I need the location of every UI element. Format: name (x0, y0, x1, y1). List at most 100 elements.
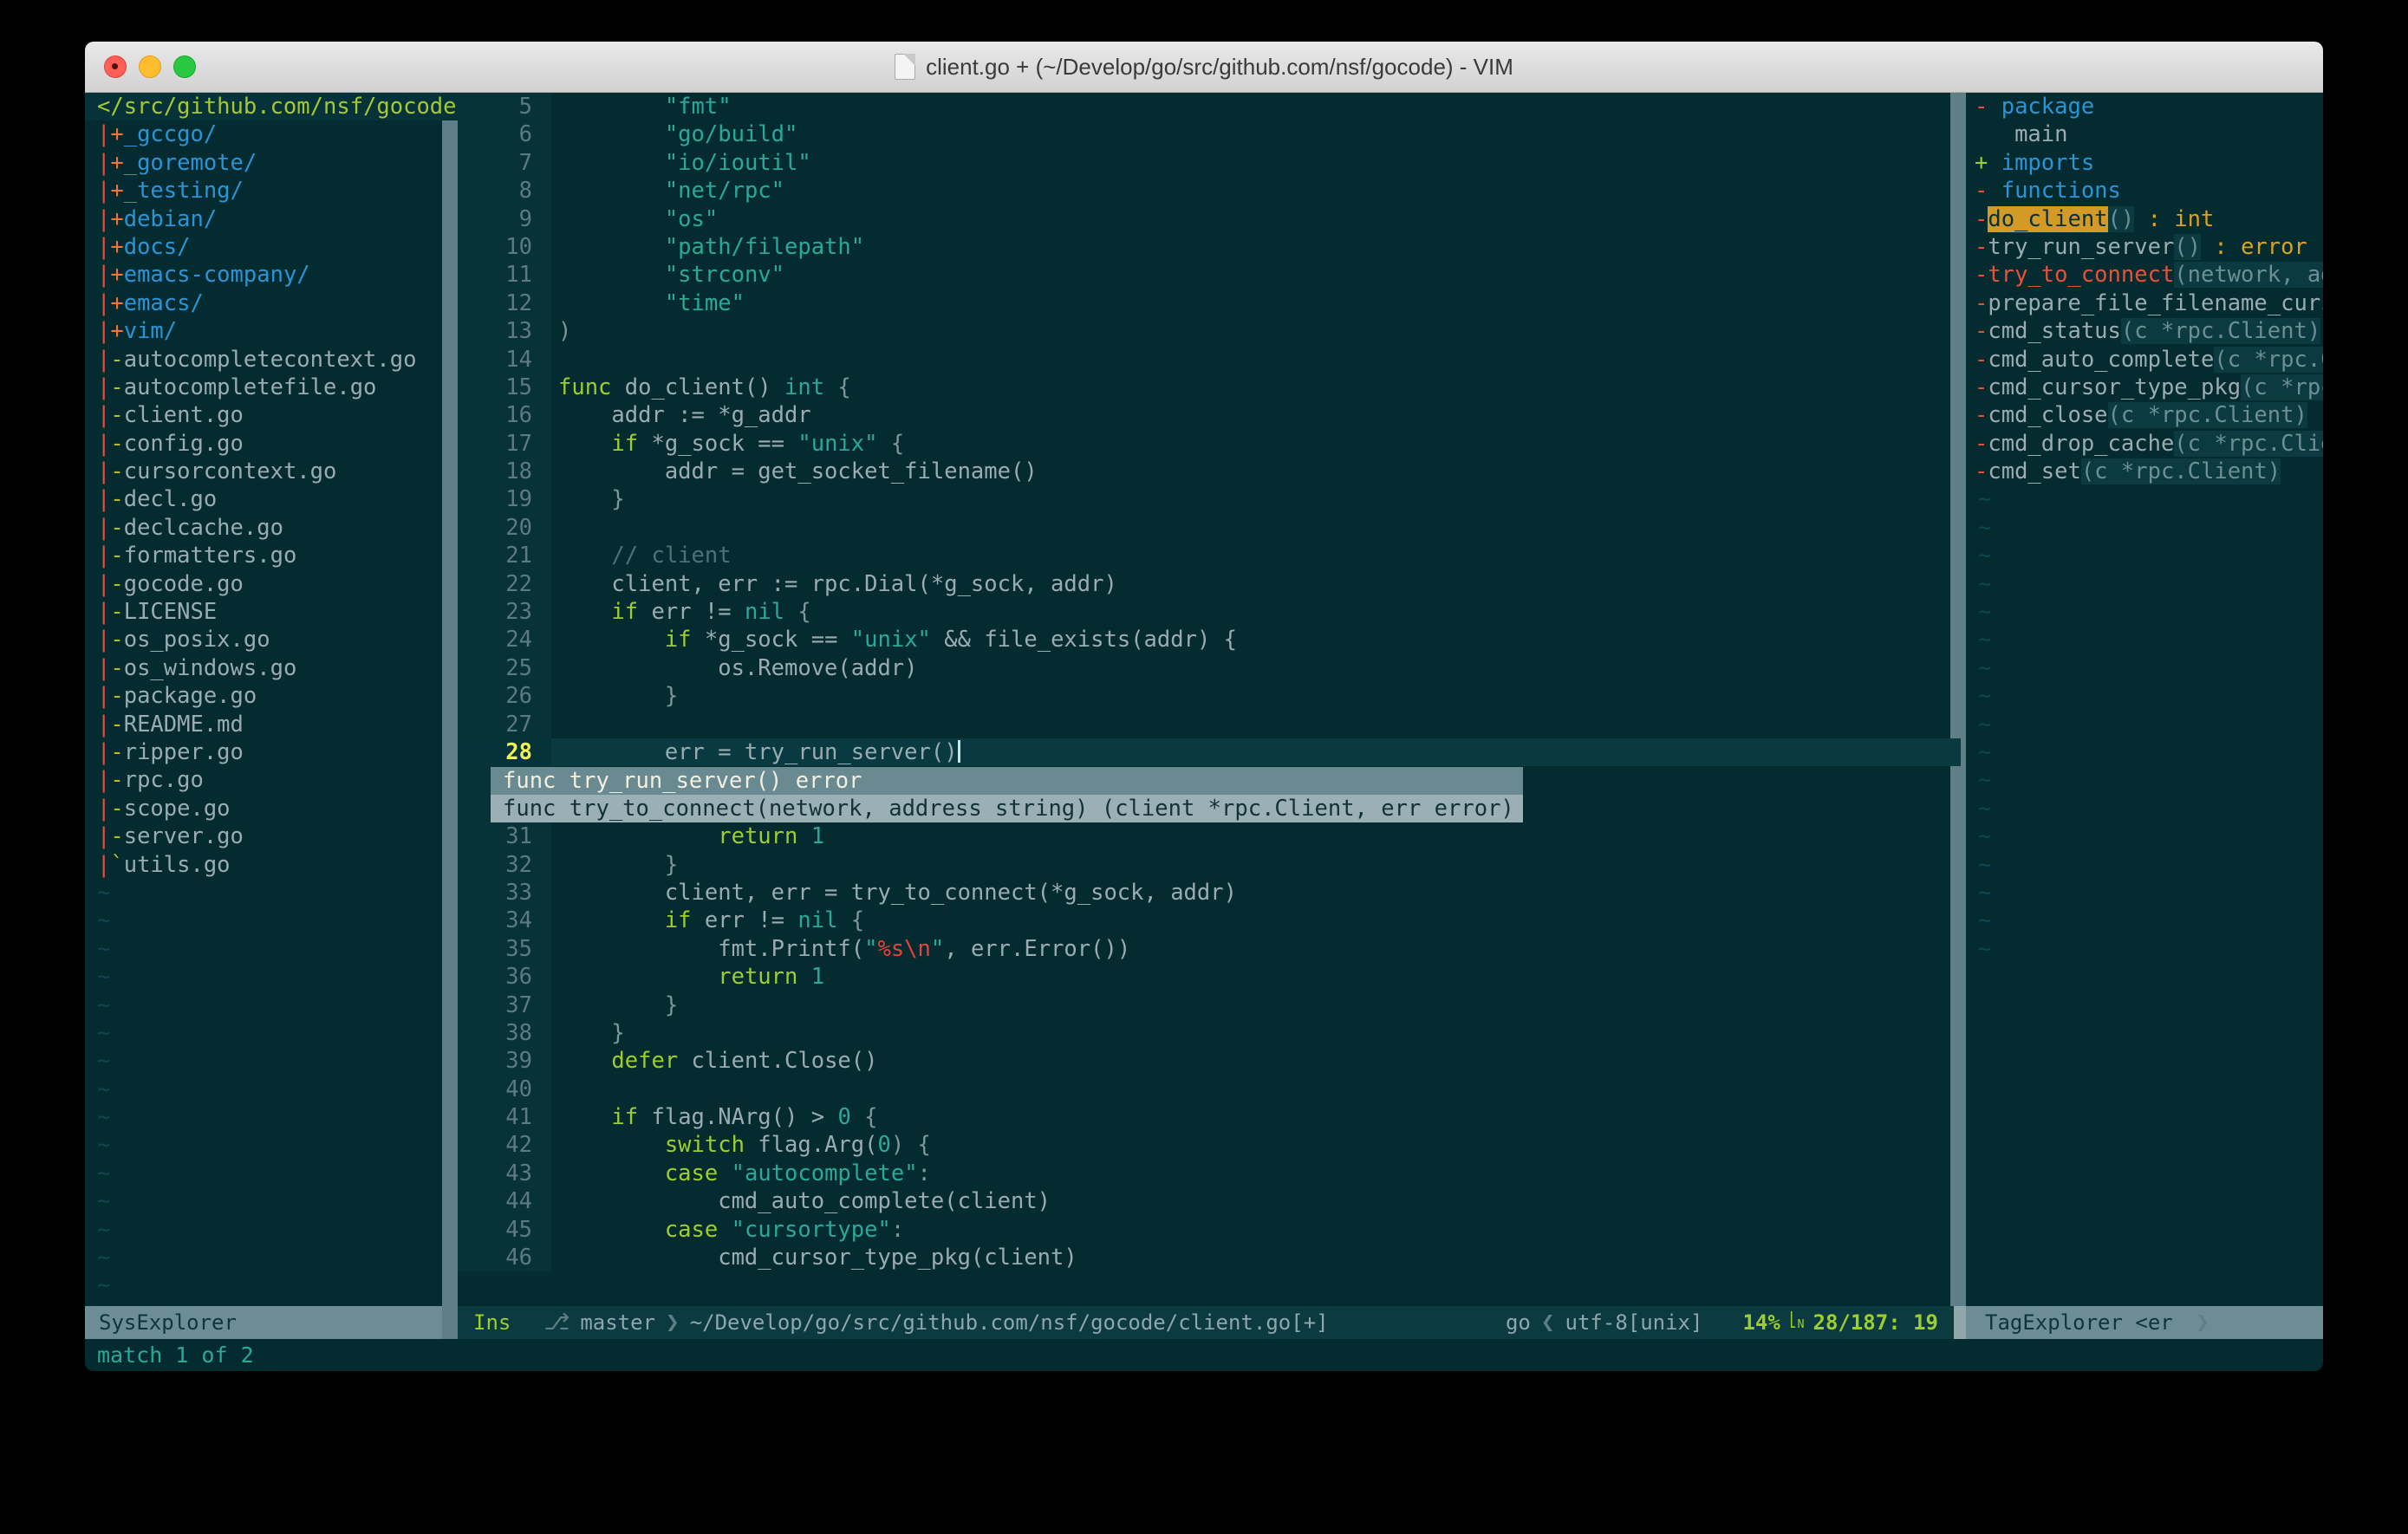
code-line-20[interactable]: 20 (458, 514, 1961, 542)
code-line-15[interactable]: 15func do_client() int { (458, 374, 1961, 401)
sysexplorer-entry-8[interactable]: |-autocompletecontext.go (85, 346, 442, 374)
code-line-43[interactable]: 43 case "autocomplete": (458, 1160, 1961, 1187)
sysexplorer-entry-22[interactable]: |-ripper.go (85, 738, 442, 766)
code-line-35[interactable]: 35 fmt.Printf("%s\n", err.Error()) (458, 935, 1961, 963)
sysexplorer-entry-2[interactable]: |+_testing/ (85, 177, 442, 205)
code-line-42[interactable]: 42 switch flag.Arg(0) { (458, 1131, 1961, 1159)
code-token: } (558, 1020, 625, 1046)
tag-entry-11[interactable]: -cmd_close(c *rpc.Client) (1966, 401, 2323, 429)
code-line-9[interactable]: 9 "os" (458, 205, 1961, 233)
code-line-41[interactable]: 41 if flag.NArg() > 0 { (458, 1103, 1961, 1131)
code-token: "net/rpc" (665, 178, 784, 204)
code-line-31[interactable]: 31 return 1 (458, 822, 1961, 850)
sysexplorer-entry-15[interactable]: |-formatters.go (85, 542, 442, 569)
code-line-26[interactable]: 26 } (458, 682, 1961, 710)
sysexplorer-entry-23[interactable]: |-rpc.go (85, 766, 442, 794)
tag-entry-5[interactable]: -try_run_server() : error (1966, 233, 2323, 261)
code-line-6[interactable]: 6 "go/build" (458, 120, 1961, 148)
sysexplorer-entry-9[interactable]: |-autocompletefile.go (85, 374, 442, 401)
sysexplorer-entry-6[interactable]: |+emacs/ (85, 289, 442, 317)
code-line-27[interactable]: 27 (458, 711, 1961, 738)
zoom-button[interactable] (173, 55, 196, 78)
sysexplorer-entry-3[interactable]: |+debian/ (85, 205, 442, 233)
code-line-24[interactable]: 24 if *g_sock == "unix" && file_exists(a… (458, 626, 1961, 653)
tag-entry-6[interactable]: -try_to_connect(network, ad (1966, 261, 2323, 289)
code-line-28[interactable]: 28 err = try_run_server() (458, 738, 1961, 766)
code-line-21[interactable]: 21 // client (458, 542, 1961, 569)
close-button[interactable] (104, 55, 127, 78)
sysexplorer-entry-25[interactable]: |-server.go (85, 822, 442, 850)
sysexplorer-entry-18[interactable]: |-os_posix.go (85, 626, 442, 653)
code-line-33[interactable]: 33 client, err = try_to_connect(*g_sock,… (458, 879, 1961, 907)
tag-entry-8[interactable]: -cmd_status(c *rpc.Client) (1966, 317, 2323, 345)
scrollbar[interactable] (1954, 1306, 1966, 1339)
code-line-45[interactable]: 45 case "cursortype": (458, 1216, 1961, 1244)
sysexplorer-entry-13[interactable]: |-decl.go (85, 485, 442, 513)
sysexplorer-entry-14[interactable]: |-declcache.go (85, 514, 442, 542)
sysexplorer-entry-7[interactable]: |+vim/ (85, 317, 442, 345)
code-line-10[interactable]: 10 "path/filepath" (458, 233, 1961, 261)
code-line-39[interactable]: 39 defer client.Close() (458, 1047, 1961, 1075)
code-line-32[interactable]: 32 } (458, 851, 1961, 879)
code-line-37[interactable]: 37 } (458, 991, 1961, 1019)
code-line-34[interactable]: 34 if err != nil { (458, 907, 1961, 934)
code-line-12[interactable]: 12 "time" (458, 289, 1961, 317)
sysexplorer-entry-12[interactable]: |-cursorcontext.go (85, 458, 442, 485)
sysexplorer-entry-11[interactable]: |-config.go (85, 430, 442, 458)
line-number: 40 (458, 1076, 551, 1103)
code-token: { (837, 907, 864, 933)
code-line-23[interactable]: 23 if err != nil { (458, 598, 1961, 626)
code-line-25[interactable]: 25 os.Remove(addr) (458, 654, 1961, 682)
tag-entry-10[interactable]: -cmd_cursor_type_pkg(c *rpc (1966, 374, 2323, 401)
tag-entry-0[interactable]: - package (1966, 93, 2323, 120)
sysexplorer-entry-24[interactable]: |-scope.go (85, 795, 442, 822)
code-line-17[interactable]: 17 if *g_sock == "unix" { (458, 430, 1961, 458)
line-number: 27 (458, 711, 551, 738)
sysexplorer-entry-10[interactable]: |-client.go (85, 401, 442, 429)
code-line-46[interactable]: 46 cmd_cursor_type_pkg(client) (458, 1244, 1961, 1271)
sysexplorer-entry-20[interactable]: |-package.go (85, 682, 442, 710)
sysexplorer-entry-26[interactable]: |`utils.go (85, 851, 442, 879)
tag-entry-7[interactable]: -prepare_file_filename_curs (1966, 289, 2323, 317)
sysexplorer-entry-0[interactable]: |+_gccgo/ (85, 120, 442, 148)
tag-entry-4[interactable]: -do_client() : int (1966, 205, 2323, 233)
code-line-38[interactable]: 38 } (458, 1019, 1961, 1047)
code-line-36[interactable]: 36 return 1 (458, 963, 1961, 991)
code-line-11[interactable]: 11 "strconv" (458, 261, 1961, 289)
code-line-19[interactable]: 19 } (458, 485, 1961, 513)
code-line-22[interactable]: 22 client, err := rpc.Dial(*g_sock, addr… (458, 570, 1961, 598)
command-line[interactable]: match 1 of 2 (85, 1339, 2323, 1371)
code-line-18[interactable]: 18 addr = get_socket_filename() (458, 458, 1961, 485)
code-line-40[interactable]: 40 (458, 1076, 1961, 1103)
tag-entry-13[interactable]: -cmd_set(c *rpc.Client) (1966, 458, 2323, 485)
tag-entry-3[interactable]: - functions (1966, 177, 2323, 205)
code-line-16[interactable]: 16 addr := *g_addr (458, 401, 1961, 429)
code-line-14[interactable]: 14 (458, 346, 1961, 374)
sysexplorer-entry-21[interactable]: |-README.md (85, 711, 442, 738)
autocomplete-item-0[interactable]: func try_run_server() error (491, 767, 1523, 795)
code-line-text: } (551, 991, 678, 1019)
autocomplete-item-1[interactable]: func try_to_connect(network, address str… (491, 795, 1523, 822)
separator-right-icon: ❯ (655, 1306, 690, 1339)
sysexplorer-entry-5[interactable]: |+emacs-company/ (85, 261, 442, 289)
sysexplorer-entry-19[interactable]: |-os_windows.go (85, 654, 442, 682)
tag-entry-2[interactable]: + imports (1966, 149, 2323, 177)
tag-entry-12[interactable]: -cmd_drop_cache(c *rpc.Clie (1966, 430, 2323, 458)
window-titlebar[interactable]: client.go + (~/Develop/go/src/github.com… (85, 42, 2323, 93)
sysexplorer-entry-17[interactable]: |-LICENSE (85, 598, 442, 626)
code-line-13[interactable]: 13) (458, 317, 1961, 345)
sysexplorer-entry-16[interactable]: |-gocode.go (85, 570, 442, 598)
sysexplorer-filler-row: ~ (85, 879, 442, 907)
tag-entry-9[interactable]: -cmd_auto_complete(c *rpc.C (1966, 346, 2323, 374)
minimize-button[interactable] (139, 55, 161, 78)
autocomplete-popup[interactable]: func try_run_server() errorfunc try_to_c… (491, 767, 1523, 823)
code-line-5[interactable]: 5 "fmt" (458, 93, 1961, 120)
code-line-44[interactable]: 44 cmd_auto_complete(client) (458, 1187, 1961, 1215)
sysexplorer-entry-4[interactable]: |+docs/ (85, 233, 442, 261)
tag-entry-1[interactable]: main (1966, 120, 2323, 148)
code-line-8[interactable]: 8 "net/rpc" (458, 177, 1961, 205)
tag-entry-content: - package (1966, 93, 2094, 120)
sysexplorer-entry-1[interactable]: |+_goremote/ (85, 149, 442, 177)
code-line-7[interactable]: 7 "io/ioutil" (458, 149, 1961, 177)
file-bullet-icon: - (110, 571, 123, 597)
